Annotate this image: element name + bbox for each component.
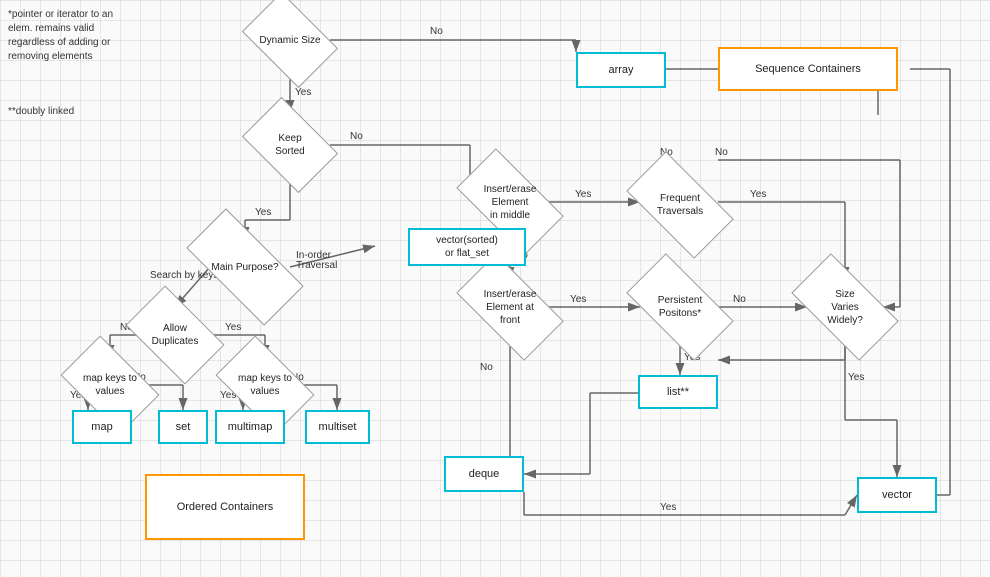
- diamond-allow-duplicates: AllowDuplicates: [133, 307, 217, 363]
- box-map: map: [72, 410, 132, 444]
- box-sequence-containers: Sequence Containers: [718, 47, 898, 91]
- svg-text:Yes: Yes: [848, 372, 864, 383]
- svg-text:Yes: Yes: [225, 322, 241, 333]
- svg-text:No: No: [733, 294, 746, 305]
- svg-text:No: No: [430, 26, 443, 37]
- svg-text:No: No: [715, 147, 728, 158]
- svg-text:Yes: Yes: [575, 189, 591, 200]
- box-vector: vector: [857, 477, 937, 513]
- svg-text:Traversal: Traversal: [296, 260, 337, 271]
- box-set: set: [158, 410, 208, 444]
- svg-text:In-order: In-order: [296, 250, 332, 261]
- diamond-keep-sorted: KeepSorted: [250, 117, 330, 173]
- box-multiset: multiset: [305, 410, 370, 444]
- diamond-map-keys-left: map keys tovalues: [68, 357, 152, 413]
- box-deque: deque: [444, 456, 524, 492]
- diamond-dynamic-size: Dynamic Size: [250, 12, 330, 68]
- svg-text:No: No: [350, 131, 363, 142]
- svg-text:Yes: Yes: [750, 189, 766, 200]
- flowchart-canvas: *pointer or iterator to anelem. remains …: [0, 0, 990, 577]
- svg-text:No: No: [480, 362, 493, 373]
- box-ordered-containers: Ordered Containers: [145, 474, 305, 540]
- diamond-map-keys-right: map keys tovalues: [223, 357, 307, 413]
- box-multimap: multimap: [215, 410, 285, 444]
- box-vector-sorted: vector(sorted)or flat_set: [408, 228, 526, 266]
- diamond-frequent-traversals: FrequentTraversals: [632, 177, 728, 233]
- box-array: array: [576, 52, 666, 88]
- svg-text:Yes: Yes: [660, 502, 676, 513]
- svg-text:Yes: Yes: [295, 87, 311, 98]
- box-list: list**: [638, 375, 718, 409]
- diamond-size-varies: SizeVariesWidely?: [797, 279, 893, 335]
- diamond-persistent-positions: PersistentPositons*: [632, 279, 728, 335]
- diamond-insert-erase-front: Insert/eraseElement atfront: [462, 279, 558, 335]
- note-pointer: *pointer or iterator to anelem. remains …: [8, 8, 113, 64]
- svg-text:Yes: Yes: [255, 207, 271, 218]
- diamond-main-purpose: Main Purpose?: [190, 239, 300, 295]
- note-doubly-linked: **doubly linked: [8, 105, 74, 119]
- diamond-insert-erase-middle: Insert/eraseElementin middle: [462, 174, 558, 230]
- svg-text:Yes: Yes: [570, 294, 586, 305]
